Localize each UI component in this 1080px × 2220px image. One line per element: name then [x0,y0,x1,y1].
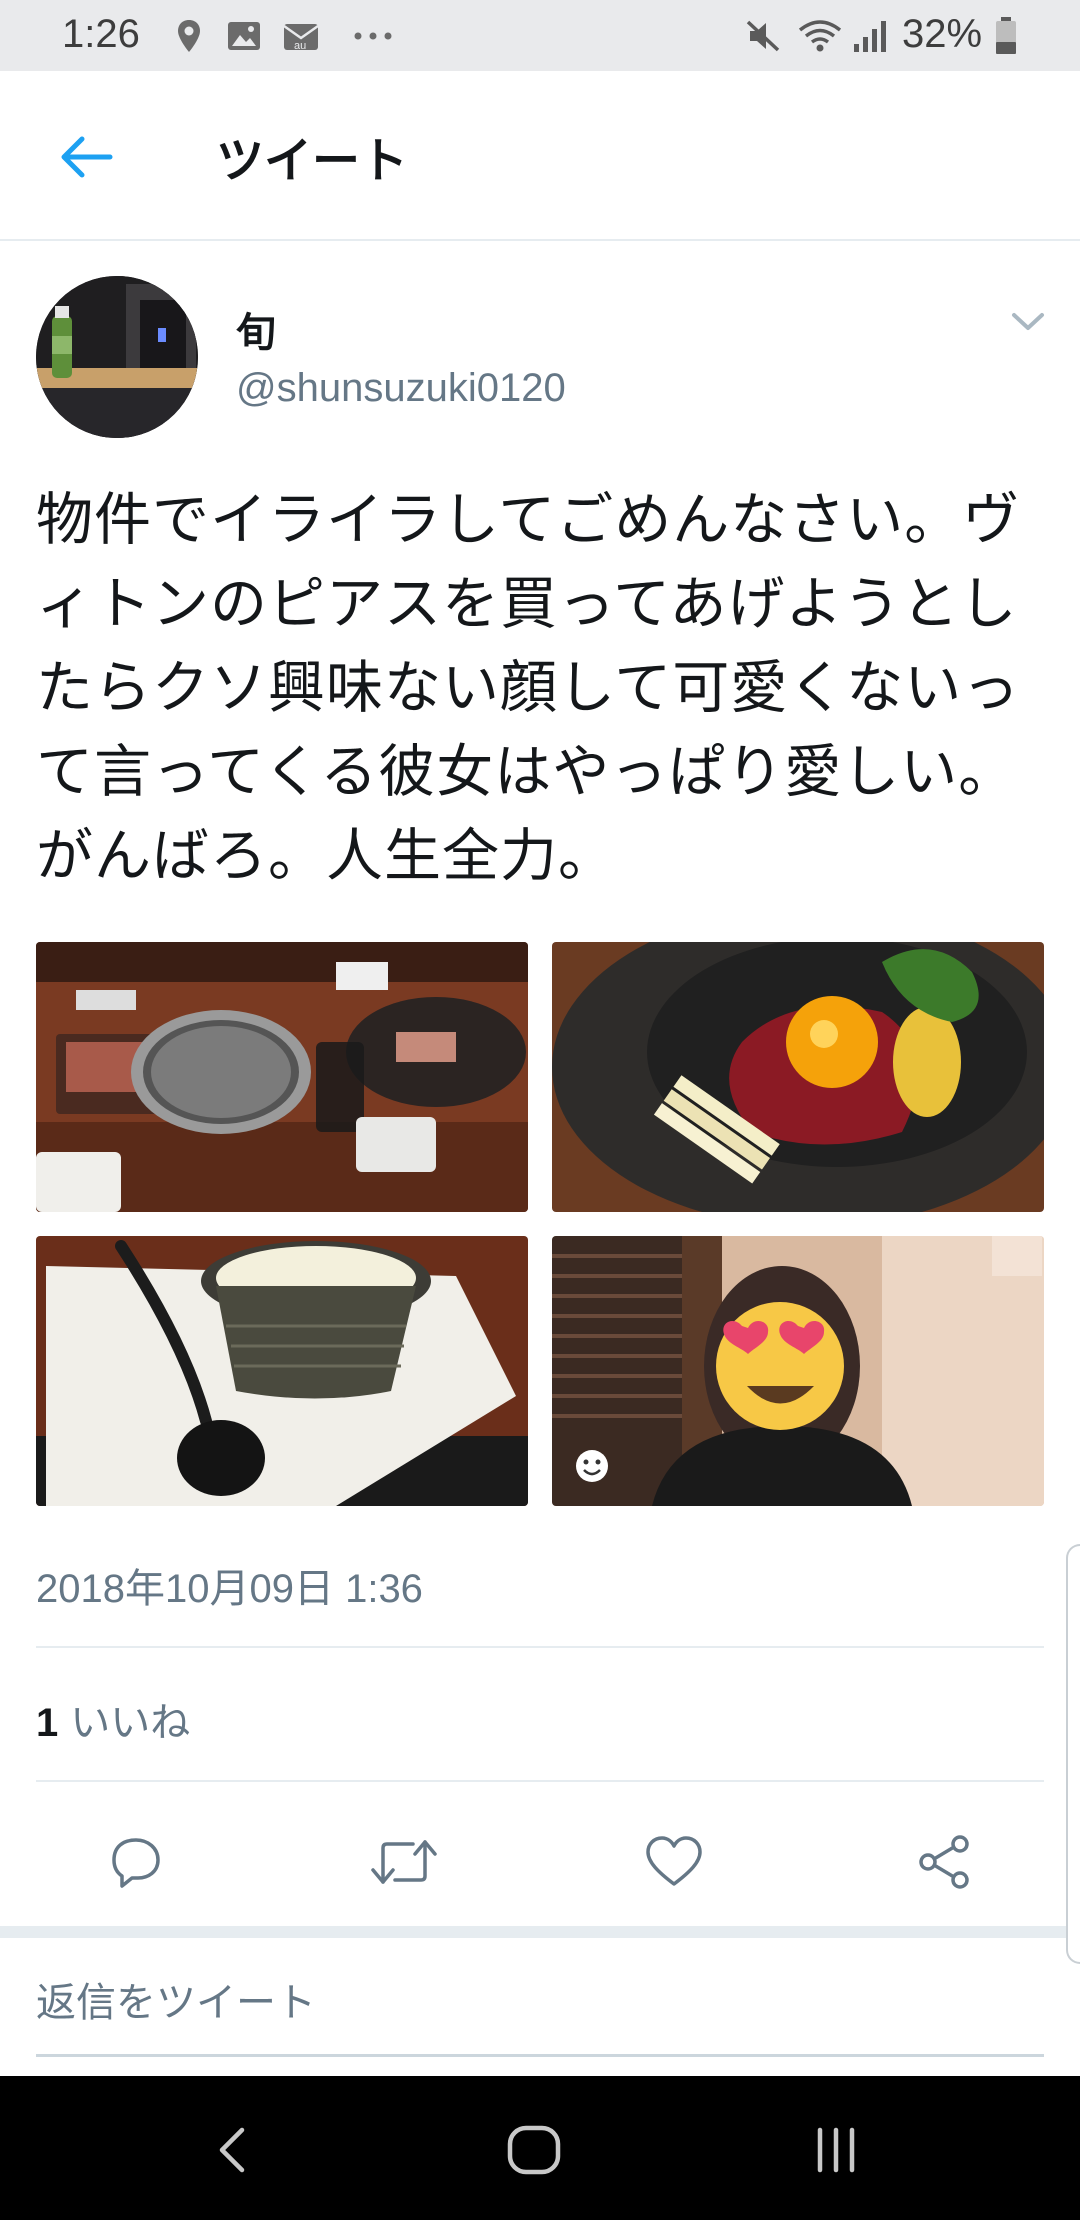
mute-icon [746,20,780,52]
home-nav-icon [507,2125,561,2175]
avatar[interactable] [36,276,198,438]
tweet-photo-4[interactable] [552,1236,1044,1506]
signal-icon [854,21,886,52]
tweet-text: 物件でイライラしてごめんなさい。ヴィトンのピアスを買ってあげようとしたらクソ興味… [36,487,1021,889]
scroll-handle[interactable] [1066,1544,1080,1964]
divider [36,1646,1044,1648]
yakiniku-table-photo [36,942,528,1212]
reply-input[interactable]: 返信をツイート [36,1970,316,2028]
gallery-icon [228,22,260,50]
nav-back-button[interactable] [190,2108,274,2192]
status-bar: 1:26 au 32% [0,0,1080,71]
tweet-photo-2[interactable] [552,942,1044,1212]
tweet-photo-1[interactable] [36,942,528,1212]
author-handle[interactable]: @shunsuzuki0120 [236,366,566,411]
likes-count: 1 [36,1701,59,1745]
battery-percentage: 32% [902,12,983,56]
retweet-icon [371,1840,437,1884]
battery-icon [996,17,1016,54]
divider [36,1780,1044,1782]
like-button[interactable] [634,1822,714,1902]
share-icon [919,1835,969,1889]
tweet-photo-3[interactable] [36,1236,528,1506]
reply-button[interactable] [96,1822,176,1902]
back-arrow-icon [61,136,113,178]
svg-text:au: au [294,40,306,52]
chevron-down-icon [1012,313,1044,330]
tweet-timestamp: 2018年10月09日 1:36 [36,1567,423,1611]
more-notifications-icon [354,32,392,40]
reply-icon [112,1838,160,1888]
location-icon [178,20,200,52]
back-nav-icon [219,2127,245,2173]
page-title: ツイート [216,133,409,189]
nav-recents-button[interactable] [794,2108,878,2192]
like-icon [646,1836,702,1886]
system-nav-bar [0,2076,1080,2220]
drink-cup-spoon-photo [36,1236,528,1506]
section-divider [0,1926,1080,1938]
likes-label: いいね [70,1700,191,1746]
wifi-icon [798,20,842,52]
app-header: ツイート [0,71,1080,241]
author-name[interactable]: 旬 [236,300,276,358]
yukhoe-plate-photo [552,942,1044,1212]
au-mail-icon: au [283,24,319,52]
tweet-options-button[interactable] [1004,300,1052,344]
nav-home-button[interactable] [492,2108,576,2192]
recents-nav-icon [817,2127,855,2173]
person-heart-eyes-emoji-photo [552,1236,1044,1506]
retweet-button[interactable] [364,1822,444,1902]
share-button[interactable] [904,1822,984,1902]
back-button[interactable] [48,119,124,195]
reply-input-underline [36,2054,1044,2057]
likes-summary[interactable]: 1 いいね [36,1690,190,1748]
status-time: 1:26 [62,12,140,56]
